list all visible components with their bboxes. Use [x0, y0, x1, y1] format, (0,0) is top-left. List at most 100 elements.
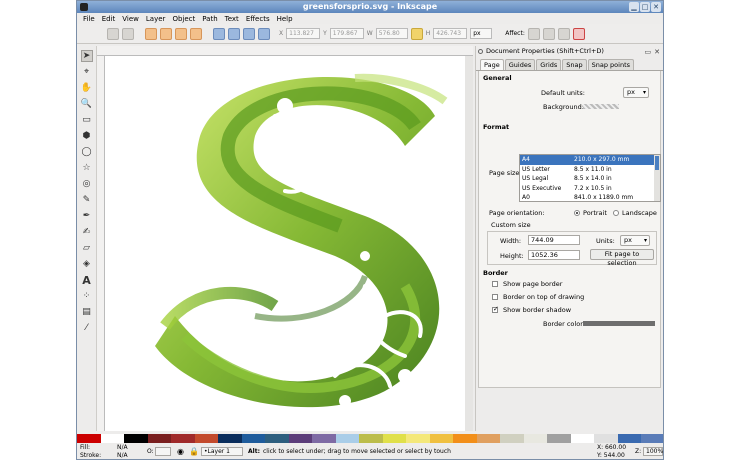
affect-corners-icon[interactable] — [542, 27, 555, 40]
menu-view[interactable]: View — [122, 15, 139, 23]
menu-path[interactable]: Path — [202, 15, 217, 23]
palette-swatch[interactable] — [453, 434, 477, 443]
palette-swatch[interactable] — [476, 434, 501, 443]
page-size-row[interactable]: US Executive 7.2 x 10.5 in — [520, 184, 660, 194]
spiral-tool-icon[interactable]: ◎ — [81, 178, 93, 190]
palette-swatch[interactable] — [147, 434, 172, 443]
close-icon[interactable]: ✕ — [651, 2, 661, 12]
lock-icon[interactable] — [410, 27, 423, 40]
x-field[interactable]: 113.827 — [286, 28, 321, 39]
palette-swatch[interactable] — [171, 434, 195, 443]
palette-swatch[interactable] — [570, 434, 595, 443]
show-page-border-checkbox[interactable] — [492, 281, 498, 287]
palette-swatch[interactable] — [429, 434, 454, 443]
pen-tool-icon[interactable]: ✒ — [81, 210, 93, 222]
palette-swatch[interactable] — [312, 434, 336, 443]
tab-snap[interactable]: Snap — [562, 59, 587, 70]
page-size-list[interactable]: A4 210.0 x 297.0 mm US Letter 8.5 x 11.0 i… — [519, 154, 661, 202]
palette-swatch[interactable] — [288, 434, 313, 443]
lower-to-bottom-icon[interactable] — [213, 27, 225, 40]
zoom-field[interactable]: 100% — [643, 447, 663, 456]
palette-swatch[interactable] — [359, 434, 383, 443]
page-size-scrollbar[interactable] — [654, 155, 660, 201]
fit-page-button[interactable]: Fit page to selection — [590, 249, 654, 267]
dropper-tool-icon[interactable]: ⁄ — [81, 322, 93, 334]
palette-swatch[interactable] — [382, 434, 407, 443]
tab-snap-points[interactable]: Snap points — [587, 59, 635, 70]
raise-to-top-icon[interactable] — [258, 27, 270, 40]
rectangle-tool-icon[interactable]: ▭ — [81, 114, 93, 126]
opacity-field[interactable] — [155, 447, 171, 456]
height-spinbox[interactable]: 1052.36 — [528, 250, 580, 260]
panel-iconify-icon[interactable]: ▭ — [645, 47, 652, 58]
spray-tool-icon[interactable]: ⁘ — [81, 290, 93, 302]
pencil-tool-icon[interactable]: ✎ — [81, 194, 93, 206]
palette-swatch[interactable] — [194, 434, 219, 443]
background-color-swatch[interactable] — [583, 104, 619, 109]
palette-swatch[interactable] — [523, 434, 548, 443]
ellipse-tool-icon[interactable]: ◯ — [81, 146, 93, 158]
palette-swatch[interactable] — [124, 434, 148, 443]
palette-swatch[interactable] — [594, 434, 618, 443]
flip-vertical-icon[interactable] — [190, 27, 202, 40]
menu-edit[interactable]: Edit — [102, 15, 116, 23]
palette-swatch[interactable] — [547, 434, 571, 443]
affect-gradient-icon[interactable] — [557, 27, 570, 40]
palette-swatch[interactable] — [77, 434, 101, 443]
border-on-top-checkbox[interactable] — [492, 294, 498, 300]
y-field[interactable]: 179.867 — [329, 28, 364, 39]
select-all-icon[interactable] — [107, 27, 119, 40]
menu-file[interactable]: File — [83, 15, 95, 23]
palette-swatch[interactable] — [100, 434, 125, 443]
tab-page[interactable]: Page — [480, 59, 504, 70]
border-color-swatch[interactable] — [583, 321, 655, 326]
default-units-select[interactable]: px ▾ — [623, 87, 649, 98]
menu-text[interactable]: Text — [225, 15, 239, 23]
zoom-tool-icon[interactable]: 🔍 — [81, 98, 93, 110]
flip-horizontal-icon[interactable] — [175, 27, 187, 40]
page-size-row[interactable]: A0 841.0 x 1189.0 mm — [520, 193, 660, 201]
palette-swatch[interactable] — [265, 434, 289, 443]
menu-effects[interactable]: Effects — [246, 15, 270, 23]
rotate-cw-icon[interactable] — [160, 27, 172, 40]
eraser-tool-icon[interactable]: ▱ — [81, 242, 93, 254]
box-3d-tool-icon[interactable]: ⬢ — [81, 130, 93, 142]
menu-object[interactable]: Object — [172, 15, 195, 23]
gradient-tool-icon[interactable]: ▤ — [81, 306, 93, 318]
calligraphy-tool-icon[interactable]: ✍ — [81, 226, 93, 238]
node-tool-icon[interactable]: ⌖ — [81, 66, 93, 78]
canvas-scrollbar[interactable] — [465, 56, 473, 431]
tweak-tool-icon[interactable]: ✋ — [81, 82, 93, 94]
portrait-radio[interactable] — [574, 210, 580, 216]
palette-swatch[interactable] — [641, 434, 663, 443]
show-border-shadow-checkbox[interactable] — [492, 305, 499, 313]
tab-guides[interactable]: Guides — [504, 59, 536, 70]
minimize-icon[interactable]: ▁ — [629, 2, 639, 12]
menu-layer[interactable]: Layer — [146, 15, 166, 23]
palette-swatch[interactable] — [241, 434, 266, 443]
selector-tool-icon[interactable]: ➤ — [80, 50, 93, 62]
raise-icon[interactable] — [243, 27, 255, 40]
page-size-row[interactable]: US Legal 8.5 x 14.0 in — [520, 174, 660, 184]
width-spinbox[interactable]: 744.09 — [528, 235, 580, 245]
page-size-row[interactable]: US Letter 8.5 x 11.0 in — [520, 165, 660, 175]
palette-swatch[interactable] — [406, 434, 430, 443]
affect-stroke-icon[interactable] — [527, 27, 540, 40]
panel-close-icon[interactable]: ✕ — [654, 47, 660, 58]
text-tool-icon[interactable]: A — [81, 274, 93, 287]
palette-swatch[interactable] — [218, 434, 242, 443]
page-size-row[interactable]: A4 210.0 x 297.0 mm — [520, 155, 660, 165]
select-all-layers-icon[interactable] — [122, 27, 134, 40]
palette-swatch[interactable] — [335, 434, 360, 443]
height-field[interactable]: 426.743 — [433, 28, 468, 39]
rotate-ccw-icon[interactable] — [145, 27, 157, 40]
star-tool-icon[interactable]: ☆ — [81, 162, 93, 174]
menu-help[interactable]: Help — [277, 15, 293, 23]
palette-swatch[interactable] — [500, 434, 524, 443]
lock-icon[interactable]: 🔒 — [189, 447, 199, 456]
drawing-canvas[interactable] — [105, 56, 473, 431]
tab-grids[interactable]: Grids — [536, 59, 562, 70]
units-select[interactable]: px ▾ — [620, 235, 650, 246]
palette-swatch[interactable] — [617, 434, 642, 443]
maximize-icon[interactable]: □ — [640, 2, 650, 12]
